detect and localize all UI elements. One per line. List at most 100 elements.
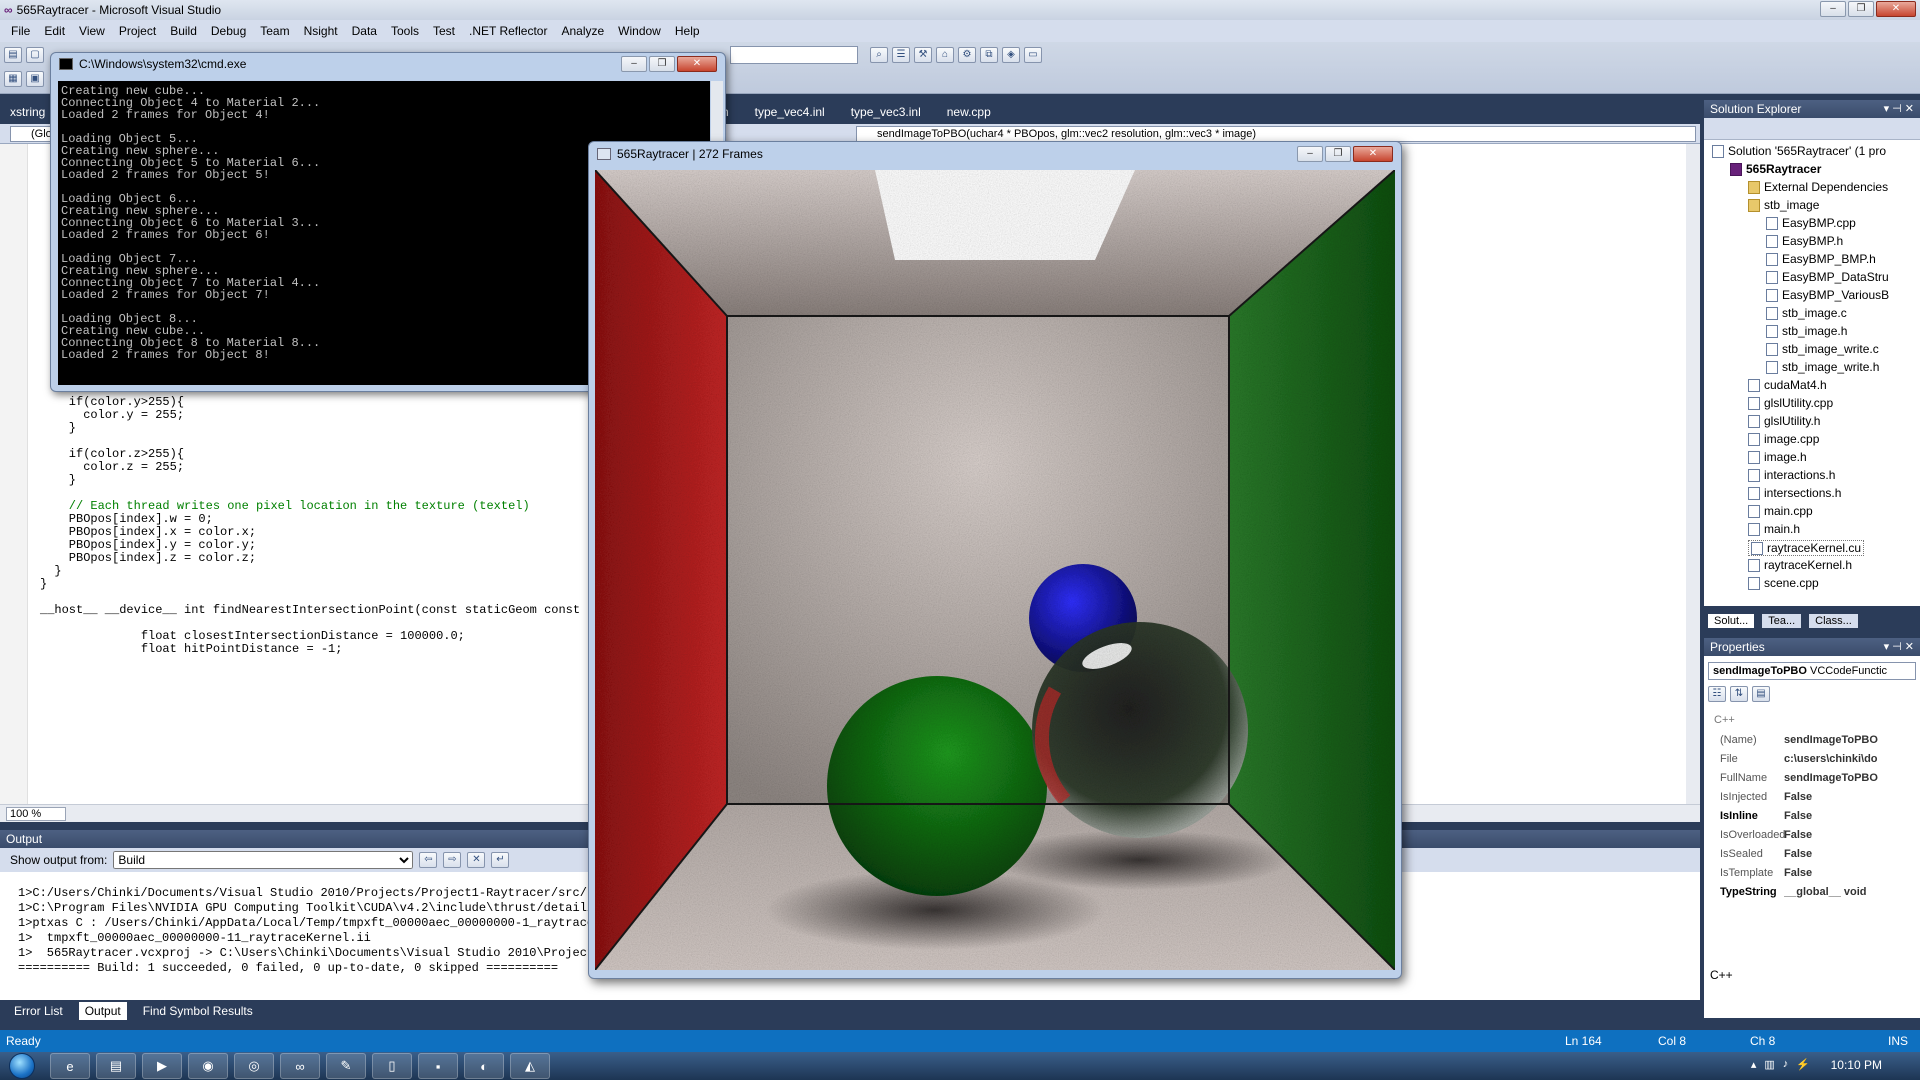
menu-test[interactable]: Test xyxy=(426,24,462,38)
side-tab[interactable]: Class... xyxy=(1809,614,1858,628)
editor-vertical-scrollbar[interactable] xyxy=(1686,144,1700,804)
zoom-combo[interactable]: 100 % xyxy=(6,807,66,821)
menu-window[interactable]: Window xyxy=(611,24,668,38)
firefox-icon[interactable]: ◉ xyxy=(188,1053,228,1079)
property-row[interactable]: TypeString __global__ void xyxy=(1708,886,1916,905)
menu-project[interactable]: Project xyxy=(112,24,163,38)
property-row[interactable]: IsOverloaded False xyxy=(1708,829,1916,848)
open-icon[interactable]: ▢ xyxy=(26,47,44,63)
solution-item[interactable]: External Dependencies xyxy=(1748,180,1888,194)
extension-icon[interactable]: ⚙ xyxy=(958,47,976,63)
solution-item[interactable]: glslUtility.h xyxy=(1748,414,1820,428)
clock[interactable]: 10:10 PM xyxy=(1831,1058,1882,1072)
menu-data[interactable]: Data xyxy=(345,24,384,38)
raytracer-window[interactable]: 565Raytracer | 272 Frames – ❐ ✕ xyxy=(588,141,1402,979)
attach-icon[interactable]: ⧉ xyxy=(980,47,998,63)
find-icon[interactable]: ⌕ xyxy=(870,47,888,63)
property-row[interactable]: IsTemplate False xyxy=(1708,867,1916,886)
alphabetical-icon[interactable]: ⇅ xyxy=(1730,686,1748,702)
doc-tab[interactable]: new.cpp xyxy=(937,102,1001,122)
solution-item[interactable]: stb_image.h xyxy=(1766,324,1847,338)
toolbox-icon[interactable]: ⚒ xyxy=(914,47,932,63)
menu-nsight[interactable]: Nsight xyxy=(297,24,345,38)
properties-pin-icon[interactable]: ▾ ⊣ ✕ xyxy=(1884,638,1914,656)
menu-tools[interactable]: Tools xyxy=(384,24,426,38)
app-icon[interactable]: ◐ xyxy=(464,1053,504,1079)
minimize-button[interactable]: – xyxy=(1820,1,1846,17)
solution-item[interactable]: raytraceKernel.h xyxy=(1748,558,1852,572)
solution-item[interactable]: intersections.h xyxy=(1748,486,1841,500)
solution-item[interactable]: EasyBMP.cpp xyxy=(1766,216,1856,230)
volume-icon[interactable]: ♪ xyxy=(1783,1058,1789,1071)
start-button[interactable] xyxy=(0,1052,44,1080)
property-row[interactable]: (Name) sendImageToPBO xyxy=(1708,734,1916,753)
solution-item[interactable]: Solution '565Raytracer' (1 pro xyxy=(1712,144,1886,158)
raytracer-maximize-button[interactable]: ❐ xyxy=(1325,146,1351,162)
solution-item[interactable]: stb_image_write.c xyxy=(1766,342,1879,356)
explorer-icon[interactable]: ▤ xyxy=(96,1053,136,1079)
menu-analyze[interactable]: Analyze xyxy=(554,24,611,38)
doc-tab[interactable]: type_vec4.inl xyxy=(745,102,835,122)
tray-arrow-icon[interactable]: ▴ xyxy=(1751,1058,1757,1071)
solution-item[interactable]: EasyBMP_DataStru xyxy=(1766,270,1889,284)
new-project-icon[interactable]: ▤ xyxy=(4,47,22,63)
side-tab[interactable]: Solut... xyxy=(1708,614,1755,628)
categorized-icon[interactable]: ☷ xyxy=(1708,686,1726,702)
next-message-icon[interactable]: ⇨ xyxy=(443,852,462,868)
side-tab[interactable]: Tea... xyxy=(1762,614,1802,628)
property-row[interactable]: IsInline False xyxy=(1708,810,1916,829)
bottom-tab-output[interactable]: Output xyxy=(78,1002,127,1020)
start-page-icon[interactable]: ⌂ xyxy=(936,47,954,63)
property-row[interactable]: IsInjected False xyxy=(1708,791,1916,810)
menu-team[interactable]: Team xyxy=(253,24,296,38)
solution-icon[interactable]: ▦ xyxy=(4,71,22,87)
solution-item[interactable]: 565Raytracer xyxy=(1730,162,1821,176)
bottom-tab-error-list[interactable]: Error List xyxy=(8,1002,69,1020)
raytracer-close-button[interactable]: ✕ xyxy=(1353,146,1393,162)
solution-item[interactable]: cudaMat4.h xyxy=(1748,378,1827,392)
doc-tab[interactable]: xstring xyxy=(0,102,55,122)
network-icon[interactable]: ▥ xyxy=(1764,1058,1774,1071)
bottom-tab-find-symbol-results[interactable]: Find Symbol Results xyxy=(137,1002,259,1020)
visual-studio-icon[interactable]: ∞ xyxy=(280,1053,320,1079)
clear-all-icon[interactable]: ✕ xyxy=(467,852,486,868)
solution-item[interactable]: main.h xyxy=(1748,522,1800,536)
solution-item[interactable]: image.cpp xyxy=(1748,432,1819,446)
solution-item[interactable]: glslUtility.cpp xyxy=(1748,396,1833,410)
menu-view[interactable]: View xyxy=(72,24,112,38)
solution-item[interactable]: stb_image.c xyxy=(1766,306,1847,320)
notepad-icon[interactable]: ✎ xyxy=(326,1053,366,1079)
show-output-select[interactable]: Build xyxy=(113,851,414,869)
doc-tab[interactable]: type_vec3.inl xyxy=(841,102,931,122)
menu-edit[interactable]: Edit xyxy=(37,24,72,38)
nsight-icon[interactable]: ◈ xyxy=(1002,47,1020,63)
properties-object-combo[interactable]: sendImageToPBO VCCodeFunctic xyxy=(1708,662,1916,680)
render-canvas[interactable] xyxy=(595,170,1395,970)
solution-item[interactable]: interactions.h xyxy=(1748,468,1835,482)
menu-debug[interactable]: Debug xyxy=(204,24,253,38)
solution-item[interactable]: scene.cpp xyxy=(1748,576,1819,590)
solution-item[interactable]: stb_image xyxy=(1748,198,1819,212)
word-wrap-icon[interactable]: ↵ xyxy=(491,852,510,868)
menu-net-reflector[interactable]: .NET Reflector xyxy=(462,24,554,38)
ie-icon[interactable]: e xyxy=(50,1053,90,1079)
properties-icon[interactable]: ☰ xyxy=(892,47,910,63)
chrome-icon[interactable]: ◎ xyxy=(234,1053,274,1079)
solution-item[interactable]: raytraceKernel.cu xyxy=(1748,540,1865,556)
paint-icon[interactable]: ◭ xyxy=(510,1053,550,1079)
find-message-icon[interactable]: ⇦ xyxy=(419,852,438,868)
menu-build[interactable]: Build xyxy=(163,24,204,38)
solution-item[interactable]: stb_image_write.h xyxy=(1766,360,1879,374)
pin-icon[interactable]: ▾ ⊣ ✕ xyxy=(1884,100,1914,118)
cmd-taskbar-icon[interactable]: ▪ xyxy=(418,1053,458,1079)
window-icon[interactable]: ▭ xyxy=(1024,47,1042,63)
solution-item[interactable]: image.h xyxy=(1748,450,1807,464)
property-row[interactable]: FullName sendImageToPBO xyxy=(1708,772,1916,791)
close-button[interactable]: ✕ xyxy=(1876,1,1916,17)
restore-button[interactable]: ❐ xyxy=(1848,1,1874,17)
property-pages-icon[interactable]: ▤ xyxy=(1752,686,1770,702)
document-icon[interactable]: ▯ xyxy=(372,1053,412,1079)
property-row[interactable]: File c:\users\chinki\do xyxy=(1708,753,1916,772)
property-row[interactable]: IsSealed False xyxy=(1708,848,1916,867)
solution-item[interactable]: EasyBMP.h xyxy=(1766,234,1843,248)
